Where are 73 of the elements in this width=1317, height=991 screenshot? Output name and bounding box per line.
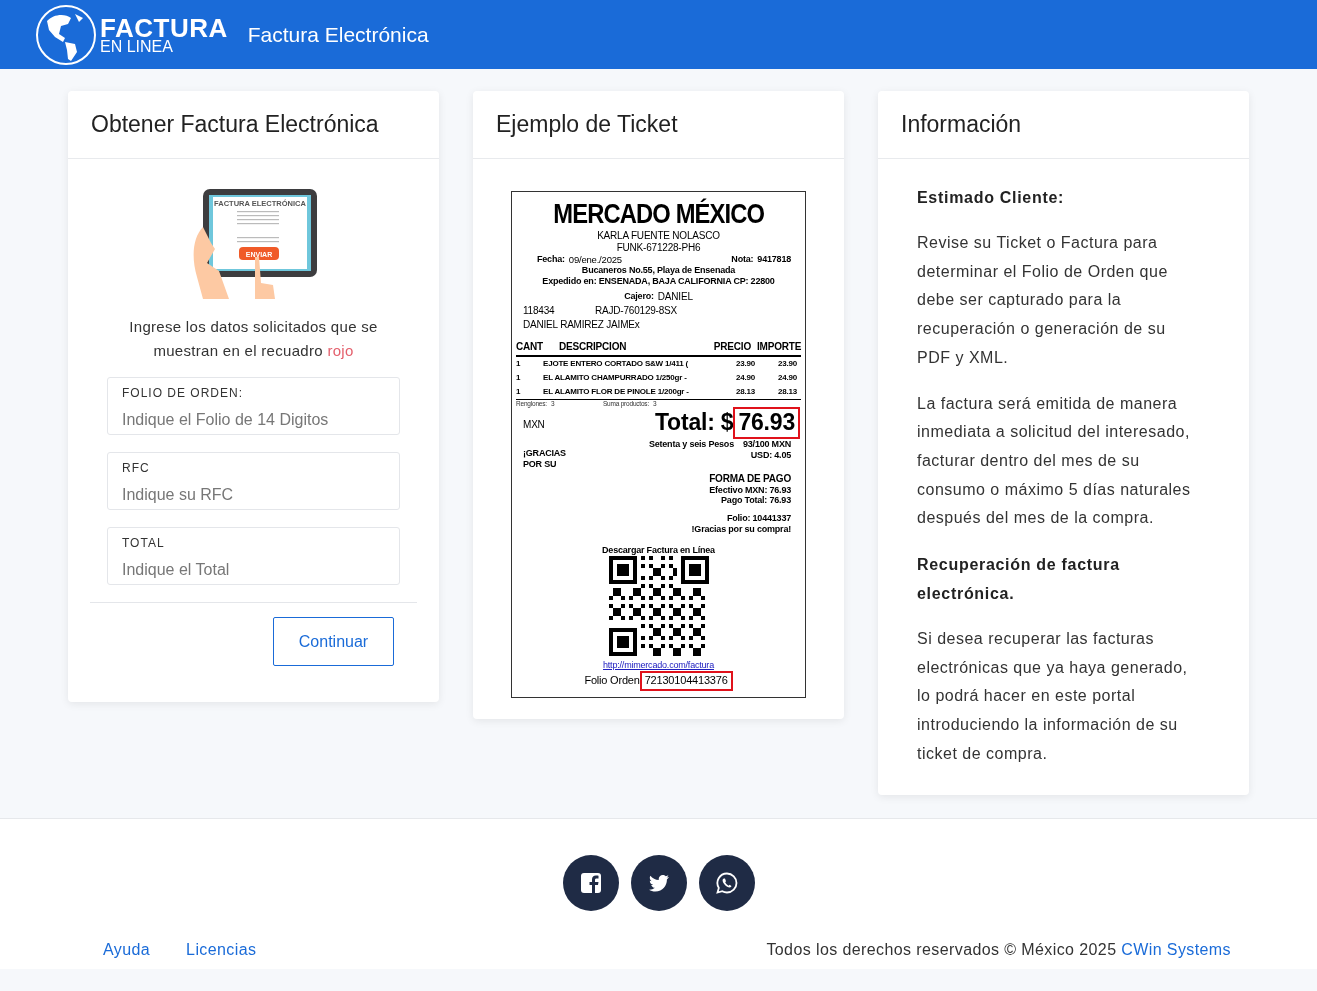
info-heading: Estimado Cliente: xyxy=(917,188,1066,208)
receipt-line: Expedido en: ENSENADA, BAJA CALIFORNIA CP: 22800 xyxy=(542,275,775,287)
footer-link[interactable]: Ayuda xyxy=(103,941,151,959)
receipt-line: KARLA FUENTE NOLASCO xyxy=(597,229,720,242)
field-label: FOLIO DE ORDEN: xyxy=(122,386,244,400)
receipt-line: FUNK-671228-PH6 xyxy=(616,241,701,254)
field-label: TOTAL xyxy=(122,536,166,550)
facebook-icon xyxy=(578,871,603,895)
table-cell-text: 24.90 xyxy=(734,372,755,383)
logo-subtitle: EN LINEA xyxy=(100,38,174,55)
receipt-text: ¡GRACIAS POR SU xyxy=(523,448,566,469)
receipt-value: DANIEL RAMIREZ JAIMEx xyxy=(523,318,640,331)
total-label: Total: $ xyxy=(654,409,734,438)
table-cell-text: 1 xyxy=(516,386,522,397)
column-header: CANT xyxy=(516,340,544,353)
table-cell-text: EJOTE ENTERO CORTADO S&W 1/411 ( xyxy=(543,358,690,369)
copyright-text: Todos los derechos reservados © México 2025 xyxy=(766,941,1118,958)
receipt-value: 09/ene./2025 xyxy=(568,253,622,266)
table-cell-text: 24.90 xyxy=(776,372,797,383)
receipt-value: DANIEL xyxy=(657,290,693,303)
receipt-text: USD: 4.05 xyxy=(750,449,791,461)
receipt-value: MXN xyxy=(523,419,545,432)
receipt-text: Descargar Factura en Línea xyxy=(602,544,715,556)
logo-text: FACTURA xyxy=(100,14,228,41)
table-cell-text: EL ALAMITO FLOR DE PINOLE 1/200gr - xyxy=(543,386,690,397)
receipt-text: !Gracias por su compra! xyxy=(691,524,791,535)
column-header: IMPORTE xyxy=(757,340,799,353)
table-cell-text: 1 xyxy=(516,372,522,383)
receipt-label: Fecha: xyxy=(537,253,565,266)
table-cell-text: 23.90 xyxy=(734,358,755,369)
receipt-label: Cajero: xyxy=(624,290,654,303)
info-paragraph: Revise su Ticket o Factura para determinar el Folio de Orden que debe ser capturado para la recuperación o generación de su PDF y XML. xyxy=(917,233,1169,368)
receipt-text: Efectivo MXN: 76.93 xyxy=(709,484,791,496)
receipt-label: Folio Orden xyxy=(584,674,640,688)
table-cell-text: 1 xyxy=(516,358,522,369)
whatsapp-icon xyxy=(714,871,739,895)
receipt-text: Setenta y seis Pesos xyxy=(648,439,734,450)
instructions-text: Ingrese los datos solicitados que se muestran en el recuadro rojo xyxy=(128,317,379,361)
site-title: Factura Electrónica xyxy=(247,22,429,47)
receipt-text: Folio: 10441337 xyxy=(726,513,791,525)
receipt-line: Bucaneros No.55, Playa de Ensenada xyxy=(581,265,736,276)
card-title: Obtener Factura Electrónica xyxy=(68,91,439,159)
input-field[interactable]: TOTAL Indique el Total xyxy=(107,527,400,585)
table-cell-text: 28.13 xyxy=(776,386,797,397)
total-value: 76.93 xyxy=(733,407,800,440)
receipt-value: 9417818 xyxy=(757,253,791,266)
continue-button[interactable]: Continuar xyxy=(273,617,394,666)
globe-icon xyxy=(35,3,97,66)
receipt-label: Nota: xyxy=(731,253,754,266)
footer-link[interactable]: Licencias xyxy=(186,941,257,959)
receipt-text: FORMA DE PAGO xyxy=(709,472,791,485)
info-heading: Recuperación de factura electrónica. xyxy=(917,555,1121,605)
table-cell-text: 23.90 xyxy=(776,358,797,369)
input-field[interactable]: FOLIO DE ORDEN: Indique el Folio de 14 Digitos xyxy=(107,377,400,435)
field-label: RFC xyxy=(122,461,151,475)
table-cell-text: EL ALAMITO CHAMPURRADO 1/250gr - xyxy=(543,372,688,383)
column-header: DESCRIPCION xyxy=(559,340,628,353)
url-link[interactable]: http://mimercado.com/factura xyxy=(603,659,714,671)
column-header: PRECIO xyxy=(712,340,751,353)
company-link[interactable]: CWin Systems xyxy=(1121,941,1231,958)
info-paragraph: Si desea recuperar las facturas electrónicas que ya haya generado, lo podrá hacer en este portal introduciendo la información de su ticket de compra. xyxy=(917,629,1189,764)
receipt-text: 93/100 MXN xyxy=(742,439,791,450)
card-title: Ejemplo de Ticket xyxy=(473,91,844,159)
table-cell-text: 28.13 xyxy=(734,386,755,397)
receipt-text: Pago Total: 76.93 xyxy=(721,495,791,507)
receipt-value: 118434 xyxy=(523,304,556,317)
store-name: MERCADO MÉXICO xyxy=(553,200,764,230)
card-title: Información xyxy=(878,91,1249,159)
order-folio-value: 72130104413376 xyxy=(639,671,733,691)
input-field[interactable]: RFC Indique su RFC xyxy=(107,452,400,510)
receipt-value: RAJD-760129-8SX xyxy=(595,304,678,317)
info-paragraph: La factura será emitida de manera inmediata a solicitud del interesado, facturar dentro del mes de su consumo o máximo 5 días naturales después del mes de la compra. xyxy=(917,393,1192,529)
qr-code-icon xyxy=(608,555,709,656)
